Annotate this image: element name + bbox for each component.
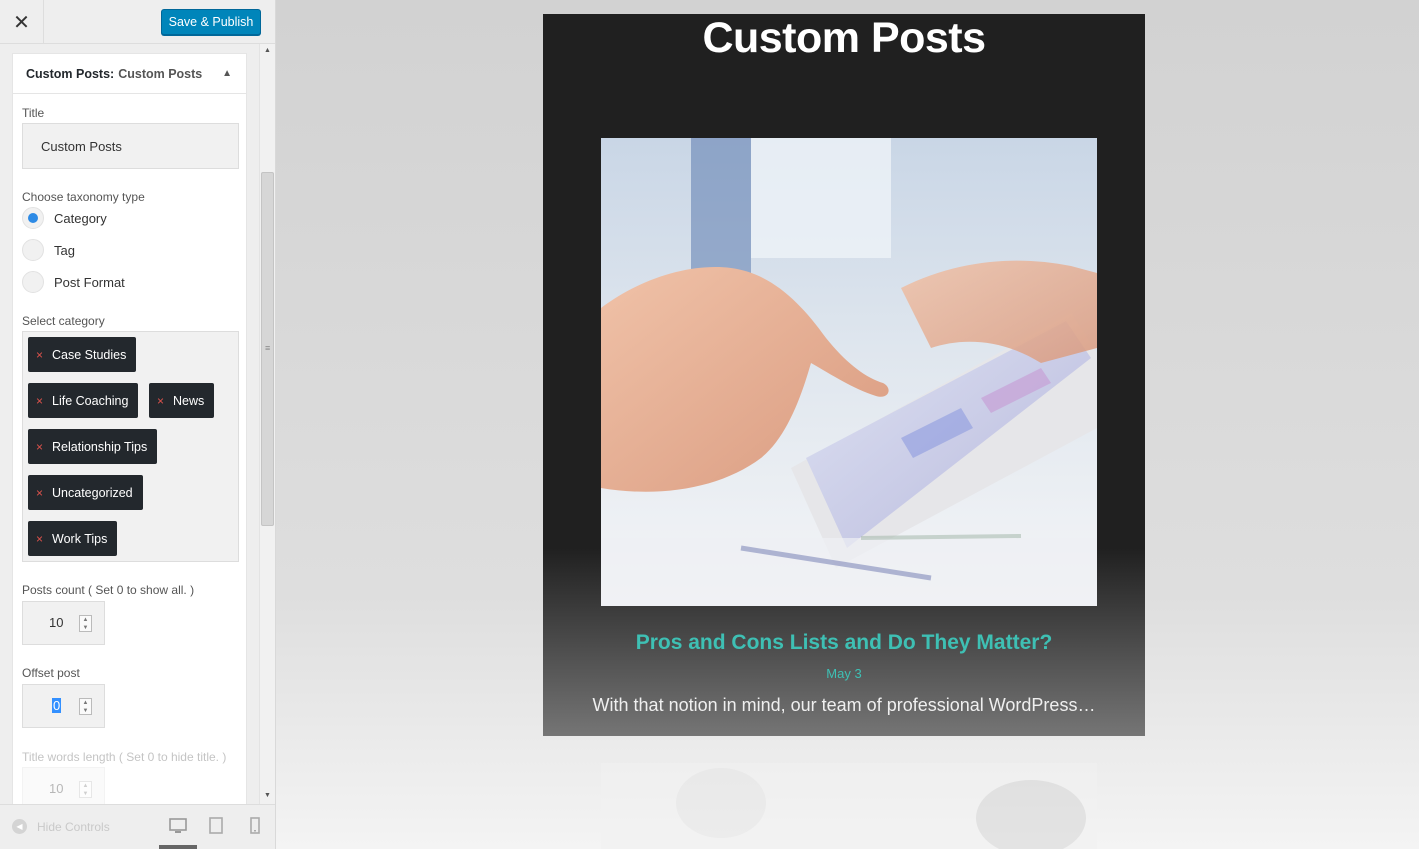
- mobile-icon[interactable]: [246, 817, 264, 835]
- controls-panel: Custom Posts: Custom Posts ▲ Title Custo…: [0, 44, 259, 804]
- post-date: May 3: [826, 666, 862, 681]
- spinner-icon[interactable]: ▲ ▼: [79, 781, 92, 798]
- hide-controls-label: Hide Controls: [37, 819, 110, 834]
- next-post-image[interactable]: [601, 763, 1097, 849]
- post-title-link[interactable]: Pros and Cons Lists and Do They Matter?: [543, 631, 1145, 655]
- radio-post-format[interactable]: [22, 271, 44, 293]
- site-preview: Custom Posts Pros and Cons Lists and Do …: [276, 0, 1419, 849]
- title-input-value: Custom Posts: [41, 138, 122, 154]
- title-words-label: Title words length ( Set 0 to hide title…: [22, 750, 227, 764]
- category-tag[interactable]: × Uncategorized: [28, 475, 143, 510]
- post-excerpt: With that notion in mind, our team of pr…: [592, 695, 1096, 715]
- title-input[interactable]: Custom Posts: [22, 123, 239, 169]
- collapse-circle-icon: ◀: [12, 819, 27, 834]
- offset-label: Offset post: [22, 666, 80, 680]
- category-tag-label: Life Coaching: [52, 393, 129, 408]
- widget-subtitle: Custom Posts: [118, 66, 203, 81]
- category-multiselect[interactable]: × Case Studies × Life Coaching × News × Rela…: [22, 331, 239, 562]
- category-tag-label: Relationship Tips: [52, 439, 148, 454]
- scroll-thumb[interactable]: ≡: [261, 172, 274, 526]
- customizer-footer: ◀ Hide Controls: [0, 804, 275, 849]
- widget-header[interactable]: Custom Posts: Custom Posts ▲: [13, 54, 246, 94]
- title-words-value: 10: [49, 781, 64, 796]
- category-tag[interactable]: × Work Tips: [28, 521, 118, 556]
- posts-count-input[interactable]: 10 ▲ ▼: [22, 601, 105, 645]
- customizer-sidebar: ✕ Save & Publish Custom Posts: Custom Po…: [0, 0, 275, 849]
- active-device-indicator: [159, 845, 197, 849]
- category-tag[interactable]: × Case Studies: [28, 337, 137, 372]
- hide-controls-button[interactable]: ◀ Hide Controls: [12, 819, 110, 834]
- category-tag[interactable]: × Relationship Tips: [28, 429, 158, 464]
- close-icon[interactable]: ✕: [0, 0, 44, 44]
- spinner-icon[interactable]: ▲ ▼: [79, 615, 92, 632]
- custom-posts-section: Custom Posts Pros and Cons Lists and Do …: [543, 14, 1145, 736]
- post-featured-image[interactable]: [601, 138, 1097, 606]
- offset-input[interactable]: 0 ▲ ▼: [22, 684, 105, 728]
- tablet-icon[interactable]: [207, 817, 225, 835]
- category-tag[interactable]: × Life Coaching: [28, 383, 139, 418]
- offset-value: 0: [52, 698, 62, 713]
- radio-tag-label[interactable]: Tag: [54, 243, 75, 258]
- scroll-up-icon[interactable]: ▲: [264, 47, 271, 54]
- radio-tag[interactable]: [22, 239, 44, 261]
- remove-icon[interactable]: ×: [157, 394, 164, 408]
- category-tag-label: Uncategorized: [52, 485, 133, 500]
- category-tag[interactable]: × News: [149, 383, 215, 418]
- collapse-arrow-icon[interactable]: ▲: [222, 68, 232, 79]
- scrollbar[interactable]: ▲ ≡ ▼: [259, 44, 275, 804]
- taxonomy-label: Choose taxonomy type: [22, 190, 145, 204]
- radio-category-label[interactable]: Category: [54, 211, 107, 226]
- remove-icon[interactable]: ×: [36, 532, 43, 546]
- radio-post-format-label[interactable]: Post Format: [54, 275, 125, 290]
- customizer-header: ✕ Save & Publish: [0, 0, 275, 44]
- scroll-down-icon[interactable]: ▼: [264, 792, 271, 799]
- custom-posts-widget: Custom Posts: Custom Posts ▲ Title Custo…: [12, 53, 247, 804]
- category-tag-label: Work Tips: [52, 531, 108, 546]
- spinner-icon[interactable]: ▲ ▼: [79, 698, 92, 715]
- save-publish-button[interactable]: Save & Publish: [161, 9, 261, 35]
- category-tag-label: Case Studies: [52, 347, 127, 362]
- remove-icon[interactable]: ×: [36, 394, 43, 408]
- widget-title: Custom Posts:: [26, 66, 115, 81]
- title-label: Title: [22, 106, 45, 120]
- desktop-icon[interactable]: [169, 817, 187, 835]
- grip-icon: ≡: [265, 343, 271, 353]
- remove-icon[interactable]: ×: [36, 440, 43, 454]
- radio-category[interactable]: [22, 207, 44, 229]
- section-title: Custom Posts: [702, 14, 986, 62]
- category-tag-label: News: [173, 393, 205, 408]
- title-words-input[interactable]: 10 ▲ ▼: [22, 767, 105, 804]
- select-category-label: Select category: [22, 314, 105, 328]
- posts-count-label: Posts count ( Set 0 to show all. ): [22, 583, 195, 597]
- remove-icon[interactable]: ×: [36, 486, 43, 500]
- remove-icon[interactable]: ×: [36, 348, 43, 362]
- posts-count-value: 10: [49, 615, 64, 630]
